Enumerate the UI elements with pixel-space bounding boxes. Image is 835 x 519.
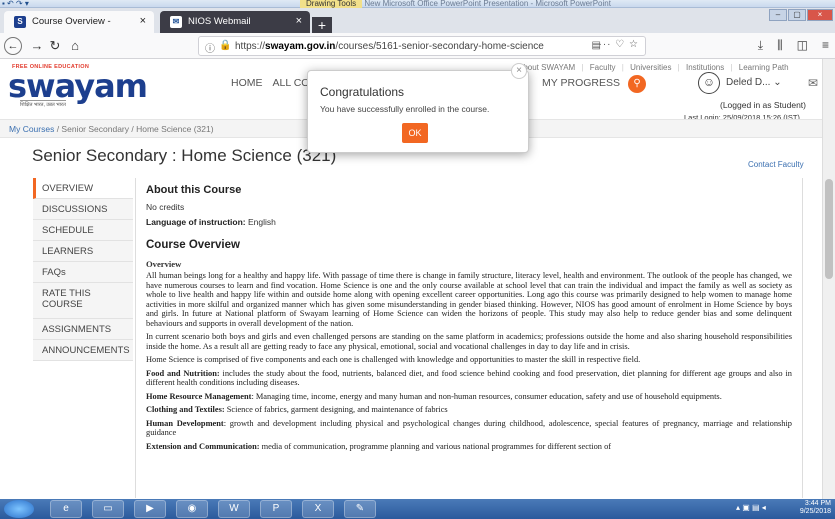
overview-subheading: Overview — [146, 259, 182, 269]
tab-label: NIOS Webmail — [188, 16, 251, 27]
dialog-message: You have successfully enrolled in the co… — [320, 104, 490, 114]
drawing-tools-tab[interactable]: Drawing Tools — [300, 0, 363, 8]
course-nav: OVERVIEW DISCUSSIONS SCHEDULE LEARNERS F… — [33, 178, 133, 361]
link-faculty[interactable]: Faculty — [590, 63, 616, 72]
tab-label: Course Overview - — [32, 16, 111, 27]
url-text: https://swayam.gov.in/courses/5161-senio… — [235, 41, 544, 52]
component-home-resource: Home Resource Management: Managing time,… — [146, 391, 722, 401]
word-icon[interactable]: W — [218, 500, 250, 518]
course-nav-schedule[interactable]: SCHEDULE — [33, 220, 133, 241]
office-window-title: Drawing Tools New Microsoft Office Power… — [300, 0, 611, 8]
link-institutions[interactable]: Institutions — [686, 63, 724, 72]
course-nav-overview[interactable]: OVERVIEW — [33, 178, 133, 199]
course-nav-assignments[interactable]: ASSIGNMENTS — [33, 319, 133, 340]
nav-my-progress[interactable]: MY PROGRESS — [542, 77, 620, 89]
component-extension: Extension and Communication: media of co… — [146, 441, 612, 451]
sidebar-icon[interactable]: ◫ — [797, 38, 808, 53]
excel-icon[interactable]: X — [302, 500, 334, 518]
tab-course-overview[interactable]: S Course Overview - × — [4, 11, 154, 33]
page-actions-icon[interactable]: ··· ♡ ☆ — [599, 39, 639, 50]
browser-nav-bar: ← → ↻ ⌂ ⓘ 🔒 https://swayam.gov.in/course… — [0, 33, 835, 59]
overview-paragraph: Home Science is comprised of five compon… — [146, 355, 641, 364]
user-menu[interactable]: Deled D... ⌄ — [726, 77, 782, 88]
overview-paragraph: All human beings long for a healthy and … — [146, 271, 792, 328]
explorer-icon[interactable]: ▭ — [92, 500, 124, 518]
ok-button[interactable]: OK — [402, 123, 428, 143]
forward-arrow-icon[interactable]: → — [28, 37, 46, 55]
search-icon[interactable]: ⚲ — [628, 75, 646, 93]
swayam-favicon-icon: S — [14, 16, 26, 28]
language-of-instruction: Language of instruction: English — [146, 217, 276, 227]
course-nav-faqs[interactable]: FAQs — [33, 262, 133, 283]
course-nav-discussions[interactable]: DISCUSSIONS — [33, 199, 133, 220]
component-human-development: Human Development: growth and developmen… — [146, 418, 792, 438]
overview-heading: Course Overview — [146, 239, 240, 251]
overview-paragraph: In current scenario both boys and girls … — [146, 332, 792, 351]
maximize-button[interactable]: ▢ — [788, 9, 806, 21]
page-title: Senior Secondary : Home Science (321) — [32, 146, 337, 165]
window-controls: – ▢ × — [769, 9, 833, 21]
tab-nios-webmail[interactable]: ✉ NIOS Webmail × — [160, 11, 310, 33]
breadcrumb-my-courses[interactable]: My Courses — [9, 124, 54, 134]
user-avatar-icon[interactable]: ☺ — [698, 72, 720, 94]
minimize-button[interactable]: – — [769, 9, 787, 21]
windows-taskbar: e ▭ ▶ ◉ W P X ✎ ▴ ▣ ▤ ◂ 3:44 PM 9/25/2018 — [0, 499, 835, 519]
menu-icon[interactable]: ≡ — [822, 38, 829, 53]
paint-icon[interactable]: ✎ — [344, 500, 376, 518]
tab-close-icon[interactable]: × — [296, 15, 302, 27]
home-icon[interactable]: ⌂ — [66, 37, 84, 55]
tab-close-icon[interactable]: × — [140, 15, 146, 27]
credits: No credits — [146, 202, 185, 212]
quick-access-toolbar[interactable]: ▪ ↶ ↷ ▾ — [2, 0, 29, 8]
powerpoint-icon[interactable]: P — [260, 500, 292, 518]
nav-home[interactable]: HOME — [231, 77, 263, 89]
link-universities[interactable]: Universities — [630, 63, 671, 72]
enrollment-dialog: × Congratulations You have successfully … — [307, 63, 529, 153]
component-food-nutrition: Food and Nutrition: includes the study a… — [146, 368, 792, 388]
url-bar[interactable]: ⓘ 🔒 https://swayam.gov.in/courses/5161-s… — [198, 36, 646, 56]
firefox-icon[interactable]: ◉ — [176, 500, 208, 518]
start-button[interactable] — [4, 500, 34, 518]
page-scrollbar[interactable] — [822, 59, 835, 499]
course-nav-rate-this-course[interactable]: RATE THIS COURSE — [33, 283, 133, 319]
lock-icon: 🔒 — [219, 40, 232, 51]
office-title-bar: ▪ ↶ ↷ ▾ Drawing Tools New Microsoft Offi… — [0, 0, 835, 8]
browser-tab-bar: S Course Overview - × ✉ NIOS Webmail × +… — [0, 8, 835, 35]
course-nav-announcements[interactable]: ANNOUNCEMENTS — [33, 340, 133, 361]
dialog-close-icon[interactable]: × — [511, 63, 527, 79]
back-arrow-icon[interactable]: ← — [4, 37, 22, 55]
link-learning-path[interactable]: Learning Path — [739, 63, 789, 72]
toolbar-icons: ⤓ ⫼ ◫ ≡ — [758, 38, 829, 53]
close-window-button[interactable]: × — [807, 9, 833, 21]
mail-icon[interactable]: ✉ — [808, 76, 818, 90]
component-clothing: Clothing and Textiles: Science of fabric… — [146, 405, 448, 414]
mail-favicon-icon: ✉ — [170, 16, 182, 28]
logged-in-as: (Logged in as Student) — [720, 100, 807, 110]
dialog-title: Congratulations — [320, 85, 405, 99]
system-tray-icons[interactable]: ▴ ▣ ▤ ◂ — [736, 503, 766, 512]
scrollbar-thumb[interactable] — [825, 179, 833, 279]
contact-faculty-link[interactable]: Contact Faculty — [748, 160, 804, 169]
top-links: About SWAYAM | Faculty | Universities | … — [518, 63, 789, 72]
taskbar-clock[interactable]: 3:44 PM 9/25/2018 — [786, 500, 831, 516]
ie-icon[interactable]: e — [50, 500, 82, 518]
downloads-icon[interactable]: ⤓ — [758, 38, 763, 53]
media-player-icon[interactable]: ▶ — [134, 500, 166, 518]
about-heading: About this Course — [146, 184, 242, 196]
info-icon[interactable]: ⓘ — [205, 40, 215, 55]
course-nav-learners[interactable]: LEARNERS — [33, 241, 133, 262]
course-content: About this Course No credits Language of… — [135, 178, 803, 498]
library-icon[interactable]: ⫼ — [777, 38, 783, 53]
reload-icon[interactable]: ↻ — [46, 37, 64, 55]
swayam-logo[interactable]: FREE ONLINE EDUCATION swayam शिक्षित भार… — [8, 64, 148, 108]
